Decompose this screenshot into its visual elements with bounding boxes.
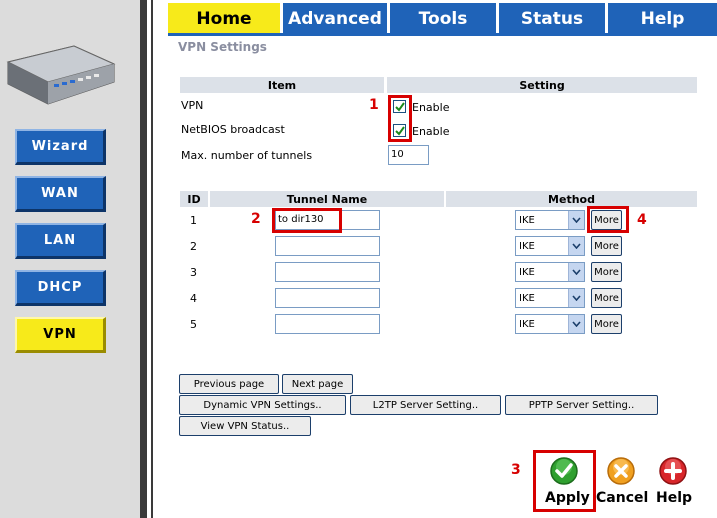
tab-label: Help (640, 9, 685, 29)
annotation-2: 2 (251, 211, 261, 227)
cancel-label: Cancel (596, 490, 649, 506)
annotation-1: 1 (369, 97, 379, 113)
netbios-enable-label: Enable (412, 125, 450, 138)
method-select[interactable]: IKE (515, 314, 585, 334)
tab-help[interactable]: Help (608, 3, 717, 35)
check-circle-icon (550, 457, 578, 485)
tunnel-name-input[interactable] (275, 288, 380, 308)
row-id: 5 (190, 318, 197, 331)
annotation-3: 3 (511, 462, 521, 478)
settings-header-item: Item (180, 77, 384, 93)
row-id: 1 (190, 214, 197, 227)
l2tp-server-setting-button[interactable]: L2TP Server Setting.. (350, 395, 501, 415)
sidebar-item-label: LAN (43, 233, 77, 248)
method-select[interactable]: IKE (515, 236, 585, 256)
help-plus-icon (659, 457, 687, 485)
chevron-down-icon (568, 263, 584, 281)
tab-advanced[interactable]: Advanced (283, 3, 390, 35)
sidebar-item-dhcp[interactable]: DHCP (15, 270, 106, 306)
sidebar-item-label: DHCP (37, 280, 83, 295)
cancel-button[interactable]: Cancel (596, 454, 649, 510)
tab-home[interactable]: Home (168, 3, 283, 35)
router-device-image (4, 44, 116, 110)
method-select[interactable]: IKE (515, 262, 585, 282)
method-value: IKE (519, 241, 535, 252)
tab-label: Home (196, 9, 252, 29)
tunnel-name-input[interactable] (275, 262, 380, 282)
settings-header-setting: Setting (387, 77, 697, 93)
more-button[interactable]: More (591, 314, 622, 334)
row-id: 3 (190, 266, 197, 279)
sidebar-divider-line (151, 0, 153, 518)
view-vpn-status-button[interactable]: View VPN Status.. (179, 416, 311, 436)
more-button[interactable]: More (591, 262, 622, 282)
method-value: IKE (519, 319, 535, 330)
method-value: IKE (519, 267, 535, 278)
table-header-method: Method (446, 191, 697, 207)
vpn-enable-label: Enable (412, 101, 450, 114)
row-id: 2 (190, 240, 197, 253)
chevron-down-icon (568, 315, 584, 333)
max-tunnels-label: Max. number of tunnels (181, 149, 313, 162)
sidebar-item-wizard[interactable]: Wizard (15, 129, 106, 165)
table-header-id: ID (180, 191, 208, 207)
dynamic-vpn-settings-button[interactable]: Dynamic VPN Settings.. (179, 395, 346, 415)
chevron-down-icon (568, 289, 584, 307)
annotation-4: 4 (637, 212, 647, 228)
tunnel-name-input[interactable] (275, 314, 380, 334)
vpn-label: VPN (181, 99, 204, 112)
tab-label: Status (520, 9, 584, 29)
method-value: IKE (519, 293, 535, 304)
sidebar-item-label: Wizard (31, 139, 89, 154)
cancel-x-icon (607, 457, 635, 485)
method-value: IKE (519, 215, 535, 226)
max-tunnels-input[interactable]: 10 (388, 145, 429, 165)
pptp-server-setting-button[interactable]: PPTP Server Setting.. (505, 395, 658, 415)
top-tabs: Home Advanced Tools Status Help (168, 3, 717, 35)
previous-page-button[interactable]: Previous page (179, 374, 279, 394)
method-select[interactable]: IKE (515, 288, 585, 308)
sidebar-item-lan[interactable]: LAN (15, 223, 106, 259)
tab-label: Tools (418, 9, 468, 29)
sidebar-item-label: WAN (41, 186, 79, 201)
sidebar-item-wan[interactable]: WAN (15, 176, 106, 212)
tab-tools[interactable]: Tools (390, 3, 499, 35)
more-button[interactable]: More (591, 288, 622, 308)
chevron-down-icon (568, 211, 584, 229)
annotation-box-tunnel-name (272, 208, 342, 233)
apply-button[interactable]: Apply (538, 454, 592, 510)
sidebar-item-label: VPN (43, 327, 77, 342)
tunnel-name-input[interactable] (275, 236, 380, 256)
chevron-down-icon (568, 237, 584, 255)
table-header-tunnel-name: Tunnel Name (210, 191, 444, 207)
sidebar-item-vpn[interactable]: VPN (15, 317, 106, 353)
row-id: 4 (190, 292, 197, 305)
netbios-label: NetBIOS broadcast (181, 123, 285, 136)
tab-status[interactable]: Status (499, 3, 608, 35)
annotation-box-checkboxes (388, 95, 412, 142)
help-button[interactable]: Help (652, 454, 698, 510)
tab-underline (168, 33, 717, 36)
annotation-box-more (587, 206, 629, 233)
sidebar-divider (140, 0, 147, 518)
next-page-button[interactable]: Next page (282, 374, 353, 394)
tab-label: Advanced (288, 9, 382, 29)
method-select[interactable]: IKE (515, 210, 585, 230)
apply-label: Apply (545, 490, 590, 506)
page-title: VPN Settings (178, 40, 267, 54)
more-button[interactable]: More (591, 236, 622, 256)
help-label: Help (656, 490, 693, 506)
